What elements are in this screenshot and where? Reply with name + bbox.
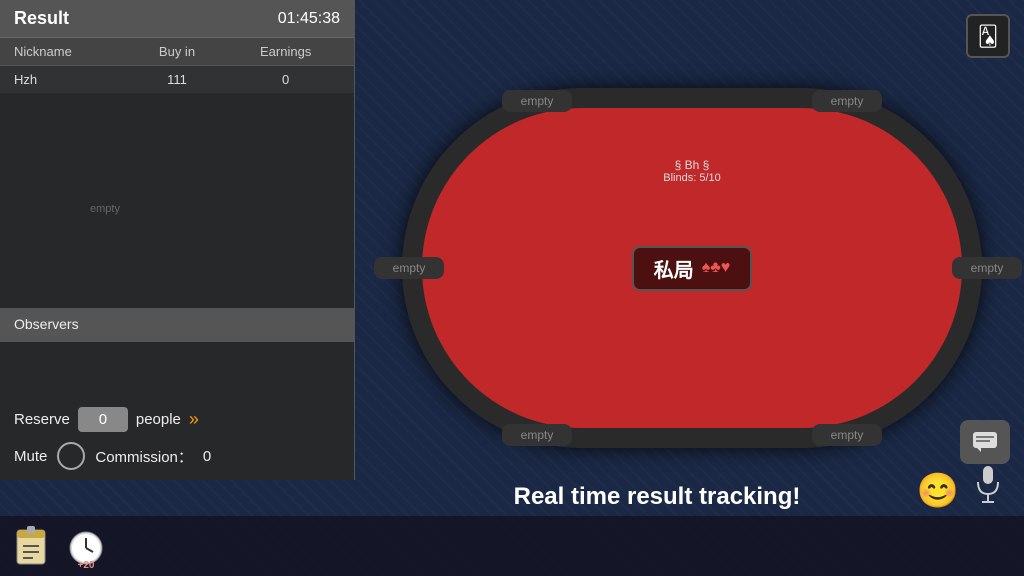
reserve-label: Reserve (14, 411, 70, 428)
commission-label: Commission： (95, 446, 193, 467)
chat-bubble-icon (971, 430, 999, 454)
result-header: Result 01:45:38 (0, 0, 354, 38)
seat-mid-right[interactable]: empty (952, 257, 1022, 279)
svg-text:+20: +20 (78, 560, 95, 568)
seat-bot-right[interactable]: empty (812, 424, 882, 446)
people-label: people (136, 411, 181, 428)
table-area: § Bh § Blinds: 5/10 私局 ♠♣♥ empty empty e… (370, 20, 1014, 516)
game-label: § Bh § (663, 158, 720, 172)
player-nickname: Hzh (14, 72, 123, 87)
result-timer: 01:45:38 (278, 10, 340, 28)
card-symbol: 🂡 (978, 24, 998, 49)
microphone-icon (974, 464, 1002, 508)
bottom-controls: Reserve people » Mute Commission： 0 (0, 397, 355, 480)
game-info: § Bh § Blinds: 5/10 (663, 158, 720, 184)
overlay-panel: Result 01:45:38 Nickname Buy in Earnings… (0, 0, 355, 480)
mute-label: Mute (14, 448, 47, 465)
chat-icon[interactable] (960, 420, 1010, 464)
result-title: Result (14, 8, 69, 29)
notepad-icon[interactable] (10, 524, 54, 568)
player-buyin: 111 (123, 72, 232, 87)
mic-icon[interactable] (966, 461, 1010, 511)
col-earnings: Earnings (231, 44, 340, 59)
reserve-row: Reserve people » (14, 407, 341, 432)
seat-top-right[interactable]: empty (812, 90, 882, 112)
col-buyin: Buy in (123, 44, 232, 59)
promo-text: Real time result tracking! (370, 483, 944, 511)
blinds-label: Blinds: 5/10 (663, 172, 720, 184)
table-name-cn: 私局 (654, 254, 694, 283)
seat-mid-left[interactable]: empty (374, 257, 444, 279)
reserve-input[interactable] (78, 407, 128, 432)
observers-section: Observers (0, 308, 354, 342)
commission-value: 0 (203, 448, 211, 465)
panel-empty-top: empty (90, 203, 120, 215)
card-icon[interactable]: 🂡 (966, 14, 1010, 58)
observers-label: Observers (14, 316, 79, 332)
poker-table: § Bh § Blinds: 5/10 私局 ♠♣♥ empty empty e… (402, 88, 982, 448)
player-row: Hzh 111 0 (0, 66, 354, 93)
seat-top-left[interactable]: empty (502, 90, 572, 112)
table-column-headers: Nickname Buy in Earnings (0, 38, 354, 66)
player-earnings: 0 (231, 72, 340, 87)
seat-bot-left[interactable]: empty (502, 424, 572, 446)
col-nickname: Nickname (14, 44, 123, 59)
mute-row: Mute Commission： 0 (14, 442, 341, 470)
clock-icon[interactable]: +20 (64, 524, 108, 568)
table-felt: § Bh § Blinds: 5/10 私局 ♠♣♥ empty empty e… (422, 108, 962, 428)
arrows-icon[interactable]: » (189, 409, 199, 430)
table-label: 私局 ♠♣♥ (632, 246, 753, 291)
mute-toggle[interactable] (57, 442, 85, 470)
bottom-toolbar: +20 (0, 516, 1024, 576)
table-suits-icon: ♠♣♥ (702, 259, 731, 277)
